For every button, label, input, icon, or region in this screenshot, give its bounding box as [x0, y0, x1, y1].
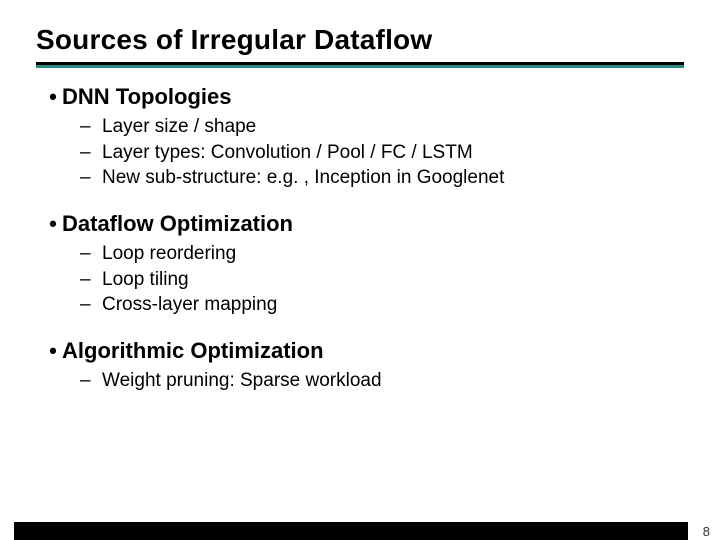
dash-icon: –	[80, 368, 102, 394]
item-text: New sub-structure: e.g. , Inception in G…	[102, 165, 504, 191]
item-text: Cross-layer mapping	[102, 292, 277, 318]
section-algorithmic-optimization: • Algorithmic Optimization – Weight prun…	[44, 338, 684, 394]
page-number: 8	[703, 524, 710, 539]
list-item: – Loop tiling	[80, 267, 684, 293]
bullet-heading: • Algorithmic Optimization	[44, 338, 684, 364]
slide-footer: 8	[0, 522, 720, 540]
dash-icon: –	[80, 267, 102, 293]
list-item: – Loop reordering	[80, 241, 684, 267]
item-text: Weight pruning: Sparse workload	[102, 368, 382, 394]
list-item: – Cross-layer mapping	[80, 292, 684, 318]
item-text: Loop tiling	[102, 267, 189, 293]
bullet-heading: • Dataflow Optimization	[44, 211, 684, 237]
footer-bar	[14, 522, 688, 540]
list-item: – Layer types: Convolution / Pool / FC /…	[80, 140, 684, 166]
heading-text: Dataflow Optimization	[62, 211, 293, 237]
bullet-heading: • DNN Topologies	[44, 84, 684, 110]
list-item: – Weight pruning: Sparse workload	[80, 368, 684, 394]
slide-title: Sources of Irregular Dataflow	[36, 24, 684, 56]
item-text: Layer size / shape	[102, 114, 256, 140]
slide: Sources of Irregular Dataflow • DNN Topo…	[0, 0, 720, 540]
heading-text: DNN Topologies	[62, 84, 231, 110]
dash-icon: –	[80, 140, 102, 166]
dash-icon: –	[80, 165, 102, 191]
item-text: Layer types: Convolution / Pool / FC / L…	[102, 140, 473, 166]
bullet-dot-icon: •	[44, 338, 62, 364]
heading-text: Algorithmic Optimization	[62, 338, 324, 364]
sub-list: – Weight pruning: Sparse workload	[44, 368, 684, 394]
list-item: – Layer size / shape	[80, 114, 684, 140]
item-text: Loop reordering	[102, 241, 236, 267]
title-divider	[36, 62, 684, 68]
list-item: – New sub-structure: e.g. , Inception in…	[80, 165, 684, 191]
slide-content: • DNN Topologies – Layer size / shape – …	[36, 84, 684, 393]
dash-icon: –	[80, 114, 102, 140]
bullet-dot-icon: •	[44, 211, 62, 237]
section-dataflow-optimization: • Dataflow Optimization – Loop reorderin…	[44, 211, 684, 318]
dash-icon: –	[80, 241, 102, 267]
sub-list: – Loop reordering – Loop tiling – Cross-…	[44, 241, 684, 318]
section-dnn-topologies: • DNN Topologies – Layer size / shape – …	[44, 84, 684, 191]
sub-list: – Layer size / shape – Layer types: Conv…	[44, 114, 684, 191]
bullet-dot-icon: •	[44, 84, 62, 110]
dash-icon: –	[80, 292, 102, 318]
